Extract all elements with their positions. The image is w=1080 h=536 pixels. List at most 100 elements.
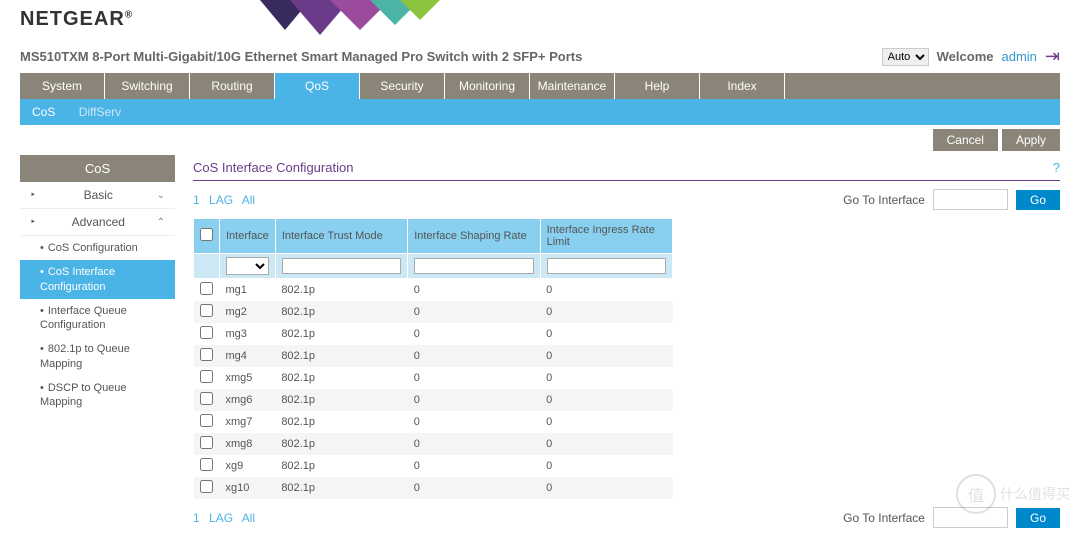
- sidebar: CoS Basic⌄ Advanced⌃ CoS Configuration C…: [20, 155, 175, 536]
- cell-mode: 802.1p: [275, 477, 407, 499]
- chevron-up-icon: ⌃: [157, 217, 165, 228]
- row-checkbox[interactable]: [200, 348, 213, 361]
- table-row: xmg8802.1p00: [194, 433, 673, 455]
- table-row: xmg5802.1p00: [194, 367, 673, 389]
- filter-lag-bottom[interactable]: LAG: [209, 511, 233, 525]
- cell-shape: 0: [408, 323, 540, 345]
- sidebar-advanced[interactable]: Advanced⌃: [20, 209, 175, 236]
- nav-system[interactable]: System: [20, 73, 105, 99]
- user-link[interactable]: admin: [1001, 49, 1036, 64]
- col-shaping-rate[interactable]: Interface Shaping Rate: [408, 219, 540, 254]
- row-checkbox[interactable]: [200, 304, 213, 317]
- cell-mode: 802.1p: [275, 389, 407, 411]
- filter-ingress-input[interactable]: [547, 258, 666, 274]
- sub-nav: CoS DiffServ: [20, 99, 1060, 125]
- cell-interface: mg4: [220, 345, 276, 367]
- cell-ingress: 0: [540, 301, 672, 323]
- nav-routing[interactable]: Routing: [190, 73, 275, 99]
- sidebar-basic[interactable]: Basic⌄: [20, 182, 175, 209]
- cancel-button[interactable]: Cancel: [933, 129, 998, 151]
- nav-qos[interactable]: QoS: [275, 73, 360, 99]
- subnav-cos[interactable]: CoS: [32, 105, 55, 119]
- row-checkbox[interactable]: [200, 436, 213, 449]
- filter-lag[interactable]: LAG: [209, 193, 233, 207]
- filter-all[interactable]: All: [242, 193, 255, 207]
- table-row: mg3802.1p00: [194, 323, 673, 345]
- filter-1[interactable]: 1: [193, 193, 200, 207]
- row-checkbox[interactable]: [200, 392, 213, 405]
- row-checkbox[interactable]: [200, 326, 213, 339]
- cell-interface: xg10: [220, 477, 276, 499]
- cell-mode: 802.1p: [275, 411, 407, 433]
- sidebar-interface-queue-config[interactable]: Interface Queue Configuration: [20, 299, 175, 338]
- help-icon[interactable]: ?: [1053, 160, 1060, 175]
- product-name: MS510TXM 8-Port Multi-Gigabit/10G Ethern…: [20, 49, 582, 64]
- nav-switching[interactable]: Switching: [105, 73, 190, 99]
- cell-shape: 0: [408, 345, 540, 367]
- cell-shape: 0: [408, 411, 540, 433]
- sidebar-cos-interface-config[interactable]: CoS Interface Configuration: [20, 260, 175, 299]
- chevron-down-icon: ⌄: [157, 190, 165, 201]
- apply-button[interactable]: Apply: [1002, 129, 1060, 151]
- cell-mode: 802.1p: [275, 433, 407, 455]
- cell-shape: 0: [408, 301, 540, 323]
- cell-ingress: 0: [540, 345, 672, 367]
- nav-help[interactable]: Help: [615, 73, 700, 99]
- nav-index[interactable]: Index: [700, 73, 785, 99]
- language-select[interactable]: Auto: [882, 48, 929, 66]
- table-row: xmg7802.1p00: [194, 411, 673, 433]
- col-ingress-rate[interactable]: Interface Ingress Rate Limit: [540, 219, 672, 254]
- nav-security[interactable]: Security: [360, 73, 445, 99]
- cell-shape: 0: [408, 455, 540, 477]
- cell-shape: 0: [408, 477, 540, 499]
- cell-ingress: 0: [540, 323, 672, 345]
- cell-mode: 802.1p: [275, 345, 407, 367]
- row-checkbox[interactable]: [200, 282, 213, 295]
- nav-monitoring[interactable]: Monitoring: [445, 73, 530, 99]
- cell-ingress: 0: [540, 455, 672, 477]
- cell-ingress: 0: [540, 477, 672, 499]
- row-checkbox[interactable]: [200, 480, 213, 493]
- cell-mode: 802.1p: [275, 455, 407, 477]
- welcome-label: Welcome: [937, 49, 994, 64]
- goto-input[interactable]: [933, 189, 1008, 210]
- cell-interface: xmg7: [220, 411, 276, 433]
- select-all-checkbox[interactable]: [200, 228, 213, 241]
- filter-1-bottom[interactable]: 1: [193, 511, 200, 525]
- subnav-diffserv[interactable]: DiffServ: [79, 105, 121, 119]
- watermark: 值 什么值得买: [956, 474, 1070, 514]
- main-nav: SystemSwitchingRoutingQoSSecurityMonitor…: [20, 73, 1060, 99]
- row-checkbox[interactable]: [200, 414, 213, 427]
- col-interface[interactable]: Interface: [220, 219, 276, 254]
- cell-interface: mg3: [220, 323, 276, 345]
- goto-label-bottom: Go To Interface: [843, 511, 925, 525]
- sidebar-dscp-queue-map[interactable]: DSCP to Queue Mapping: [20, 376, 175, 415]
- sidebar-cos-config[interactable]: CoS Configuration: [20, 236, 175, 260]
- sidebar-header: CoS: [20, 155, 175, 182]
- cell-ingress: 0: [540, 279, 672, 302]
- row-checkbox[interactable]: [200, 370, 213, 383]
- cell-interface: xg9: [220, 455, 276, 477]
- filter-trust-input[interactable]: [282, 258, 401, 274]
- cell-ingress: 0: [540, 367, 672, 389]
- brand-logo: NETGEAR®: [20, 8, 133, 30]
- cell-shape: 0: [408, 367, 540, 389]
- logout-icon[interactable]: ⇥: [1045, 46, 1060, 67]
- filter-shape-input[interactable]: [414, 258, 533, 274]
- cell-shape: 0: [408, 433, 540, 455]
- cell-ingress: 0: [540, 411, 672, 433]
- go-button-top[interactable]: Go: [1016, 190, 1060, 210]
- cell-ingress: 0: [540, 389, 672, 411]
- row-checkbox[interactable]: [200, 458, 213, 471]
- col-trust-mode[interactable]: Interface Trust Mode: [275, 219, 407, 254]
- cell-shape: 0: [408, 279, 540, 302]
- cell-interface: xmg6: [220, 389, 276, 411]
- filter-interface-select[interactable]: [226, 257, 269, 275]
- cell-interface: xmg8: [220, 433, 276, 455]
- interface-table: Interface Interface Trust Mode Interface…: [193, 218, 673, 499]
- table-row: mg1802.1p00: [194, 279, 673, 302]
- filter-all-bottom[interactable]: All: [242, 511, 255, 525]
- table-row: xmg6802.1p00: [194, 389, 673, 411]
- nav-maintenance[interactable]: Maintenance: [530, 73, 615, 99]
- sidebar-8021p-queue-map[interactable]: 802.1p to Queue Mapping: [20, 337, 175, 376]
